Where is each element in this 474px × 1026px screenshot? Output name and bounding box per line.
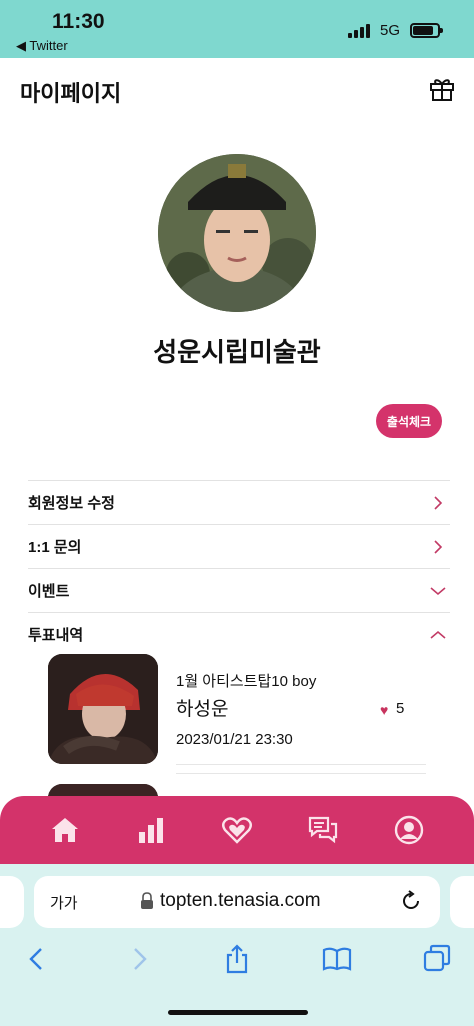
lock-icon (141, 892, 153, 909)
vote-date: 2023/01/21 23:30 (176, 731, 293, 748)
previous-tab-preview[interactable] (0, 876, 24, 928)
home-indicator (168, 1010, 308, 1015)
gift-icon[interactable] (428, 74, 456, 102)
heart-icon: ♥ (380, 702, 389, 718)
status-bar: 11:30 ◀ Twitter 5G (0, 0, 474, 58)
artist-photo (48, 654, 158, 764)
chevron-right-icon (434, 539, 443, 554)
menu-item-vote-history[interactable]: 투표내역 (28, 612, 450, 656)
bottom-tab-bar (0, 796, 474, 864)
menu-item-label: 회원정보 수정 (28, 495, 115, 512)
back-to-app-link[interactable]: ◀ Twitter (16, 38, 68, 54)
menu-list: 회원정보 수정 1:1 문의 이벤트 투표내역 (28, 480, 450, 656)
menu-item-events[interactable]: 이벤트 (28, 568, 450, 612)
vote-title: 1월 아티스트탑10 boy (176, 673, 317, 690)
reload-icon[interactable] (400, 890, 422, 912)
tab-community[interactable] (300, 807, 346, 853)
divider (176, 764, 426, 765)
address-bar[interactable]: 가가 topten.tenasia.com (34, 876, 440, 928)
browser-chrome: 가가 topten.tenasia.com (0, 864, 474, 1026)
status-indicators: 5G (347, 22, 443, 39)
chevron-right-icon (434, 495, 443, 510)
avatar-image (158, 154, 316, 312)
menu-item-label: 이벤트 (28, 583, 70, 600)
page-title: 마이페이지 (20, 81, 122, 106)
forward-icon[interactable] (124, 944, 154, 974)
tab-vote[interactable] (214, 807, 260, 853)
profile-icon (394, 815, 424, 845)
tab-mypage[interactable] (386, 807, 432, 853)
network-type: 5G (379, 22, 400, 39)
menu-item-edit-profile[interactable]: 회원정보 수정 (28, 480, 450, 524)
tab-home[interactable] (42, 807, 88, 853)
chevron-down-icon (430, 586, 446, 595)
divider (176, 773, 426, 774)
vote-artist: 하성운 (176, 699, 229, 720)
attendance-check-button[interactable]: 출석체크 (376, 404, 442, 438)
page-settings-button[interactable]: 가가 (50, 892, 78, 913)
vote-thumbnail (48, 654, 158, 764)
menu-item-label: 1:1 문의 (28, 539, 82, 556)
chat-icon (308, 816, 338, 844)
home-icon (52, 818, 78, 842)
chart-icon (139, 818, 163, 843)
tabs-icon[interactable] (422, 944, 452, 974)
browser-toolbar (0, 936, 474, 982)
signal-icon (347, 23, 370, 38)
next-tab-preview[interactable] (450, 876, 474, 928)
bookmarks-icon[interactable] (322, 944, 352, 974)
profile-name: 성운시립미술관 (153, 337, 321, 367)
vote-count: 5 (396, 700, 405, 717)
heart-icon (222, 817, 252, 844)
status-time: 11:30 (52, 10, 105, 33)
vote-history-item[interactable]: 1월 아티스트탑10 boy 하성운 ♥ 5 2023/01/21 23:30 (48, 654, 428, 766)
back-icon[interactable] (22, 944, 52, 974)
tab-chart[interactable] (128, 807, 174, 853)
avatar (158, 154, 316, 312)
url-text: topten.tenasia.com (160, 890, 321, 911)
chevron-up-icon (430, 630, 446, 639)
menu-item-label: 투표내역 (28, 627, 84, 644)
menu-item-inquiry[interactable]: 1:1 문의 (28, 524, 450, 568)
battery-icon (410, 23, 443, 38)
share-icon[interactable] (222, 944, 252, 974)
